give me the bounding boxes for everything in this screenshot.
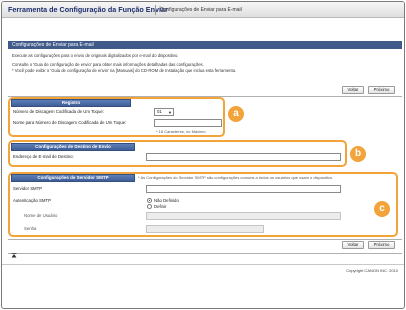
smtp-server-label: Servidor SMTP [13, 186, 43, 191]
next-button-bottom[interactable]: Próximo [368, 241, 395, 249]
next-button-top[interactable]: Próximo [368, 86, 395, 94]
dial-number-value: 01 [157, 109, 162, 114]
section-description: Execute as configurações para o envio de… [12, 53, 179, 58]
divider-footer [8, 253, 402, 254]
title-separator [155, 5, 156, 15]
smtp-title: Configurações de Servidor SMTP [11, 174, 135, 182]
up-arrow-icon[interactable] [11, 253, 17, 261]
destination-email-input[interactable] [146, 153, 341, 161]
auth-off-label: Não Definido [154, 198, 179, 203]
title-bar: Ferramenta de Configuração da Função Env… [2, 2, 404, 18]
smtp-common-note: * As Configurações do Servidor SMTP são … [138, 175, 334, 180]
password-label: Senha [24, 226, 37, 231]
footer-rule [2, 264, 404, 265]
username-input[interactable] [146, 212, 341, 220]
auth-off-radio[interactable] [147, 198, 152, 203]
divider-bottom [8, 239, 402, 240]
registro-title: Registro [11, 99, 131, 107]
page-breadcrumb: Configurações de Enviar para E-mail [160, 7, 242, 13]
guide-location-note: * Você pode exibir o 'Guia de configuraç… [12, 68, 237, 73]
destino-title: Configurações de Destino de Envio [11, 143, 135, 151]
callout-badge-b: b [350, 146, 366, 162]
app-window: Ferramenta de Configuração da Função Env… [1, 1, 405, 309]
username-label: Nome de Usuário [24, 213, 58, 218]
back-button-bottom[interactable]: Voltar [342, 241, 364, 249]
smtp-server-input[interactable] [146, 185, 341, 193]
callout-badge-c: c [374, 201, 390, 217]
section-title: Configurações de Enviar para E-mail [12, 42, 94, 48]
auth-on-radio[interactable] [147, 204, 152, 209]
dial-number-select[interactable]: 01 ▼ [154, 108, 174, 116]
auth-on-label: Definir [154, 204, 167, 209]
app-title: Ferramenta de Configuração da Função Env… [8, 5, 168, 14]
dial-name-input[interactable] [154, 119, 222, 127]
dial-name-label: Nome para Número de Discagem Codificada … [13, 120, 127, 125]
smtp-auth-label: Autenticação SMTP [13, 198, 51, 203]
dial-name-hint: * 16 Caracteres, no Máximo [156, 129, 206, 134]
back-button-top[interactable]: Voltar [342, 86, 364, 94]
dial-number-label: Número de Discagem Codificada de Um Toqu… [13, 109, 104, 114]
password-input[interactable] [146, 225, 264, 233]
section-header: Configurações de Enviar para E-mail [8, 41, 402, 49]
guide-note: Consulte o 'Guia de configuração de envi… [12, 62, 204, 67]
chevron-down-icon: ▼ [168, 110, 172, 115]
copyright: Copyright CANON INC. 2010 [346, 268, 398, 273]
callout-badge-a: a [228, 106, 244, 122]
destination-email-label: Endereço de E-mail de Destino: [13, 154, 74, 159]
